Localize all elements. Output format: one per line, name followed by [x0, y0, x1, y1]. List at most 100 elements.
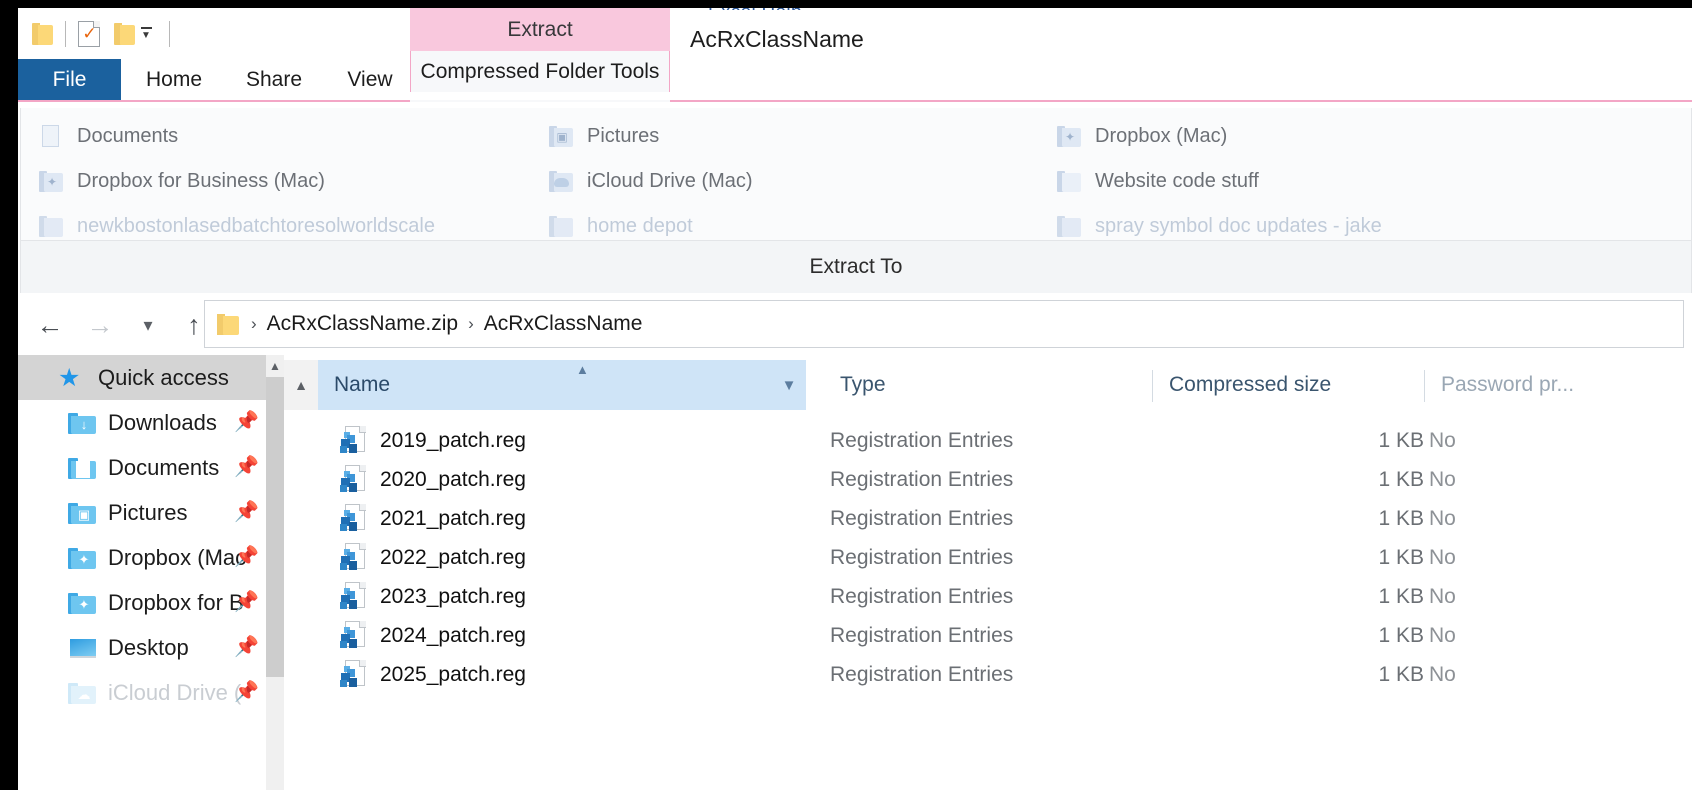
- sidebar-item-documents[interactable]: Documents 📌: [18, 445, 266, 490]
- gallery-item-spray-symbol-doc-updates[interactable]: spray symbol doc updates - jake: [1057, 204, 1382, 240]
- chevron-down-icon[interactable]: ▾: [128, 305, 168, 345]
- tab-share[interactable]: Share: [228, 59, 320, 100]
- downloads-folder-icon: ↓: [68, 411, 96, 435]
- file-name-cell[interactable]: 2021_patch.reg: [340, 499, 526, 538]
- file-name-cell[interactable]: 2024_patch.reg: [340, 616, 526, 655]
- properties-icon[interactable]: ✓: [78, 21, 100, 47]
- arrow-left-icon[interactable]: ←: [30, 305, 70, 345]
- pin-icon[interactable]: 📌: [234, 501, 259, 523]
- pin-icon[interactable]: 📌: [234, 546, 259, 568]
- gallery-item-documents[interactable]: Documents: [39, 114, 178, 158]
- file-type-cell: Registration Entries: [830, 428, 1014, 452]
- dropbox-folder-icon: ✦: [68, 591, 96, 615]
- gallery-item-home-depot[interactable]: home depot: [549, 204, 693, 240]
- file-name-cell[interactable]: 2019_patch.reg: [340, 421, 526, 460]
- file-name-cell[interactable]: 2025_patch.reg: [340, 655, 526, 694]
- gallery-item-label: Pictures: [587, 124, 660, 147]
- file-password-cell: No: [1429, 428, 1456, 452]
- column-header-label: Password pr...: [1441, 373, 1575, 396]
- sidebar-item-pictures[interactable]: ▣ Pictures 📌: [18, 490, 266, 535]
- gallery-item-label: Documents: [77, 124, 179, 147]
- tab-compressed-folder-tools[interactable]: Compressed Folder Tools: [410, 51, 670, 92]
- tab-view[interactable]: View: [330, 59, 410, 100]
- tab-home[interactable]: Home: [128, 59, 220, 100]
- column-header-name[interactable]: Name: [318, 360, 806, 410]
- breadcrumb-item-zip[interactable]: AcRxClassName.zip: [267, 312, 458, 336]
- file-explorer-window: Excel Help ✓ ▼ File Home Share View Extr…: [18, 8, 1692, 790]
- folder-icon: [1057, 214, 1081, 238]
- sidebar-item-icloud-drive[interactable]: ☁ iCloud Drive ( 📌: [18, 670, 266, 715]
- sidebar-item-downloads[interactable]: ↓ Downloads 📌: [18, 400, 266, 445]
- navigation-pane-scrollbar[interactable]: ▲: [266, 355, 284, 790]
- sidebar-item-dropbox-mac[interactable]: ✦ Dropbox (Mac 📌: [18, 535, 266, 580]
- gallery-item-icloud-drive-mac[interactable]: iCloud Drive (Mac): [549, 159, 753, 203]
- sidebar-item-desktop[interactable]: Desktop 📌: [18, 625, 266, 670]
- sidebar-item-label: Quick access: [98, 364, 229, 390]
- file-type-cell: Registration Entries: [830, 584, 1014, 608]
- file-name-cell[interactable]: 2023_patch.reg: [340, 577, 526, 616]
- file-size-cell: 1 KB: [1378, 506, 1424, 530]
- registry-file-icon: [340, 581, 366, 612]
- sort-ascending-icon: ▲: [576, 362, 589, 377]
- table-row[interactable]: 2024_patch.reg Registration Entries 1 KB…: [284, 616, 1692, 655]
- table-row[interactable]: 2019_patch.reg Registration Entries 1 KB…: [284, 421, 1692, 460]
- folder-icon: [217, 312, 239, 336]
- column-header-type[interactable]: Type: [824, 360, 1144, 410]
- breadcrumb-separator: ›: [251, 314, 257, 333]
- table-row[interactable]: 2020_patch.reg Registration Entries 1 KB…: [284, 460, 1692, 499]
- pin-icon[interactable]: 📌: [234, 681, 259, 703]
- file-list: ▲ Name ▲ ▼ Type Compressed size Password…: [284, 355, 1692, 790]
- pin-icon[interactable]: 📌: [234, 411, 259, 433]
- new-folder-icon[interactable]: [114, 22, 135, 46]
- scrollbar-thumb[interactable]: [266, 377, 284, 677]
- file-name-label: 2019_patch.reg: [380, 428, 526, 452]
- screenshot-root: Excel Help ✓ ▼ File Home Share View Extr…: [0, 0, 1692, 790]
- sidebar-item-label: Desktop: [108, 634, 189, 660]
- table-row[interactable]: 2023_patch.reg Registration Entries 1 KB…: [284, 577, 1692, 616]
- registry-file-icon: [340, 620, 366, 651]
- gallery-item-label: Dropbox (Mac): [1095, 124, 1228, 147]
- sidebar-item-label: Pictures: [108, 499, 188, 525]
- file-size-cell: 1 KB: [1378, 545, 1424, 569]
- table-row[interactable]: 2022_patch.reg Registration Entries 1 KB…: [284, 538, 1692, 577]
- gallery-row: Documents ▣ Pictures ✦ Dropbox (Mac): [21, 114, 1691, 158]
- pin-icon[interactable]: 📌: [234, 591, 259, 613]
- registry-file-icon: [340, 425, 366, 456]
- gallery-item-newkboston[interactable]: newkbostonlasedbatchtoresolworldscale: [39, 204, 435, 240]
- address-bar[interactable]: › AcRxClassName.zip › AcRxClassName: [204, 300, 1684, 348]
- folder-icon[interactable]: [32, 22, 53, 46]
- table-row[interactable]: 2025_patch.reg Registration Entries 1 KB…: [284, 655, 1692, 694]
- breadcrumb-item-folder[interactable]: AcRxClassName: [484, 312, 643, 336]
- gallery-item-website-code-stuff[interactable]: Website code stuff: [1057, 159, 1259, 203]
- quick-access-toolbar: ✓ ▼: [18, 14, 182, 54]
- customize-toolbar-dropdown-icon[interactable]: ▼: [135, 27, 157, 41]
- sidebar-item-dropbox-for-business[interactable]: ✦ Dropbox for B 📌: [18, 580, 266, 625]
- gallery-item-dropbox-for-business-mac[interactable]: ✦ Dropbox for Business (Mac): [39, 159, 325, 203]
- select-all-column-button[interactable]: ▲: [284, 360, 318, 410]
- pin-icon[interactable]: 📌: [234, 456, 259, 478]
- gallery-item-dropbox-mac[interactable]: ✦ Dropbox (Mac): [1057, 114, 1227, 158]
- pin-icon[interactable]: 📌: [234, 636, 259, 658]
- file-name-cell[interactable]: 2020_patch.reg: [340, 460, 526, 499]
- file-password-cell: No: [1429, 545, 1456, 569]
- column-header-compressed-size[interactable]: Compressed size: [1153, 360, 1425, 410]
- gallery-row: newkbostonlasedbatchtoresolworldscale ho…: [21, 204, 1691, 240]
- gallery-item-label: home depot: [587, 214, 693, 237]
- file-type-cell: Registration Entries: [830, 545, 1014, 569]
- extract-to-gallery: Documents ▣ Pictures ✦ Dropbox (Mac) ✦ D…: [20, 108, 1692, 241]
- sidebar-item-label: iCloud Drive (: [108, 679, 242, 705]
- table-row[interactable]: 2021_patch.reg Registration Entries 1 KB…: [284, 499, 1692, 538]
- column-header-password-protected[interactable]: Password pr...: [1425, 360, 1692, 410]
- sidebar-item-label: Downloads: [108, 409, 217, 435]
- sidebar-item-label: Dropbox for B: [108, 589, 244, 615]
- scroll-up-arrow-icon[interactable]: ▲: [266, 355, 284, 377]
- tab-file[interactable]: File: [18, 59, 121, 100]
- name-column-dropdown-icon[interactable]: ▼: [772, 360, 806, 410]
- file-type-cell: Registration Entries: [830, 506, 1014, 530]
- gallery-item-pictures[interactable]: ▣ Pictures: [549, 114, 659, 158]
- arrow-right-icon[interactable]: →: [80, 305, 120, 345]
- sidebar-item-label: Dropbox (Mac: [108, 544, 247, 570]
- sidebar-item-quick-access[interactable]: ★ Quick access: [18, 355, 266, 400]
- file-name-cell[interactable]: 2022_patch.reg: [340, 538, 526, 577]
- breadcrumb-separator: ›: [468, 314, 474, 333]
